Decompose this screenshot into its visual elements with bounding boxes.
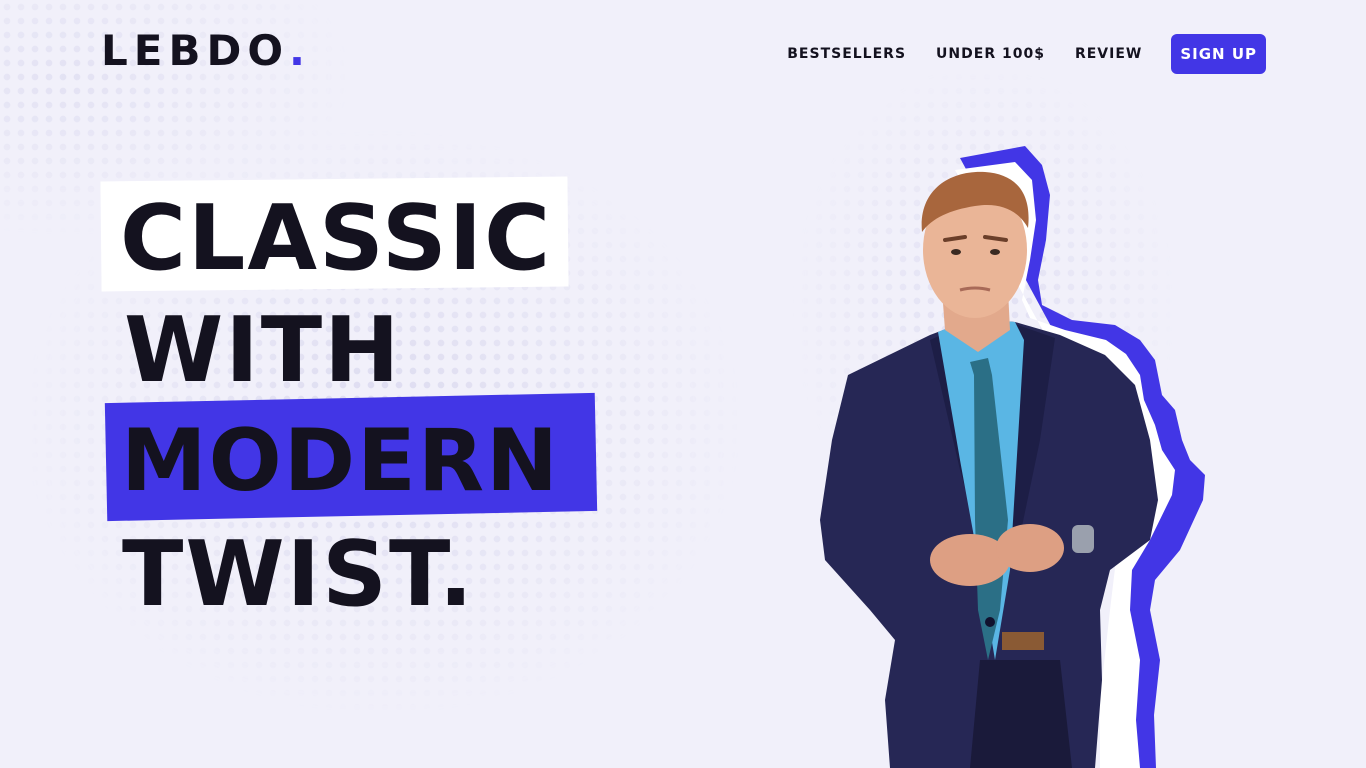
nav-bestsellers[interactable]: BESTSELLERS	[787, 46, 906, 62]
brand-logo[interactable]: LEBDO.	[101, 30, 305, 72]
brand-name: LEBDO	[101, 26, 290, 75]
headline-line-3: MODERN	[121, 411, 561, 511]
brand-dot: .	[289, 26, 306, 75]
headline-line-4: TWIST.	[122, 522, 475, 627]
hero-model-image	[820, 146, 1205, 768]
nav-under-100[interactable]: UNDER 100$	[936, 46, 1045, 62]
wrist-watch	[1072, 525, 1094, 553]
headline-line-2: WITH	[124, 298, 402, 403]
main-nav: BESTSELLERS UNDER 100$ REVIEW SIGN UP	[787, 34, 1266, 74]
headline-line-1: CLASSIC	[120, 186, 553, 291]
nav-review[interactable]: REVIEW	[1075, 46, 1142, 62]
belt	[1002, 632, 1044, 650]
sign-up-button[interactable]: SIGN UP	[1171, 34, 1266, 74]
